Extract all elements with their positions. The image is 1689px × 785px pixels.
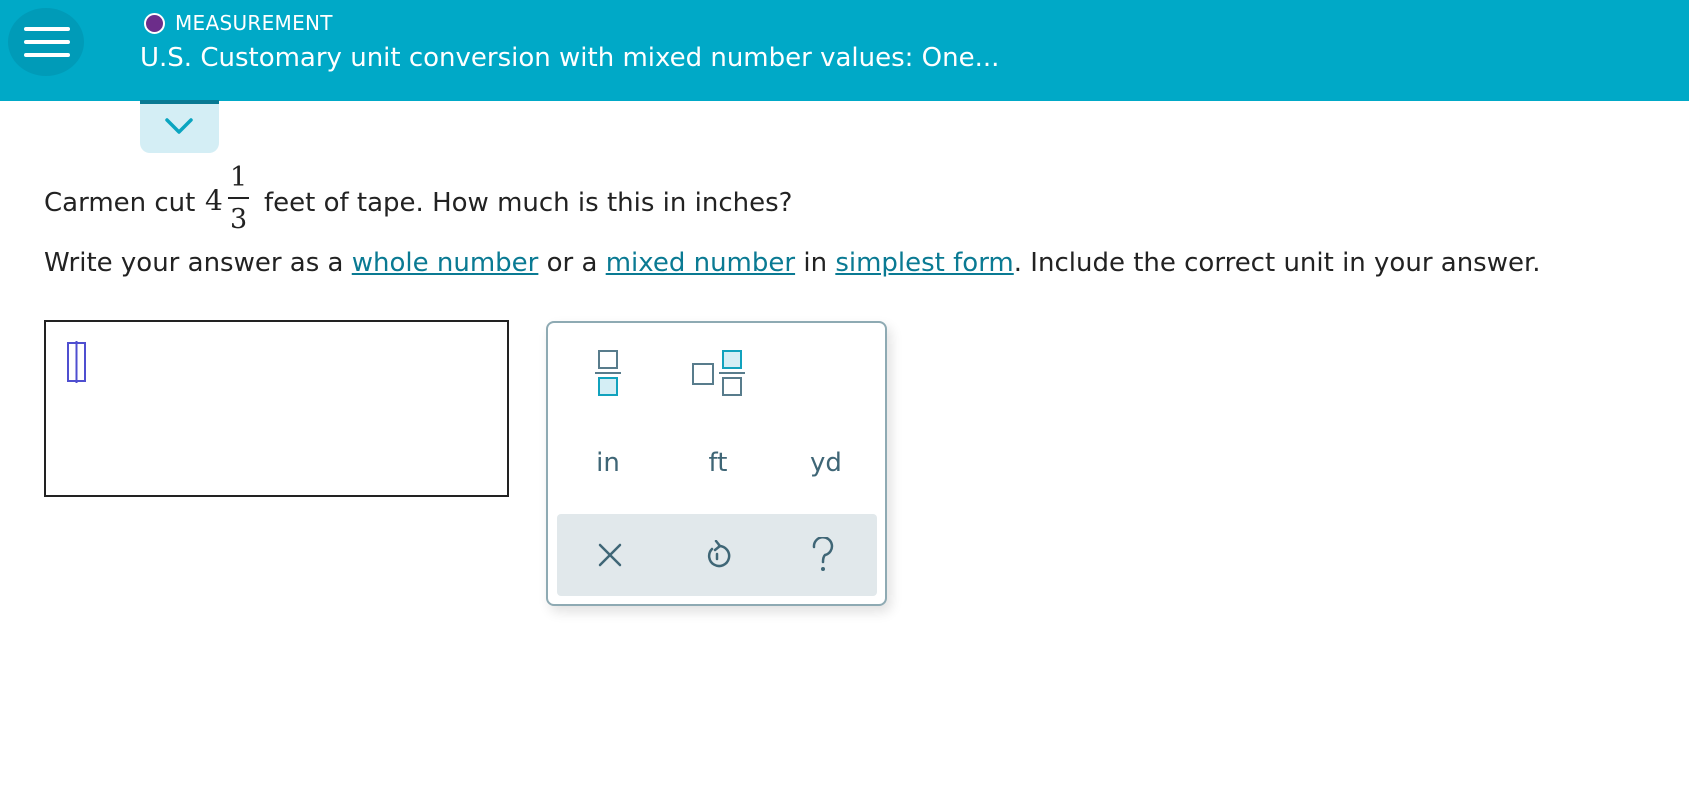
whole-number-link[interactable]: whole number	[352, 248, 539, 278]
help-button[interactable]	[783, 525, 863, 585]
keypad-panel: in ft yd	[546, 321, 887, 606]
fraction-denominator: 3	[230, 204, 248, 235]
question-text-start: Carmen cut	[44, 188, 196, 218]
topic-label: MEASUREMENT	[175, 11, 333, 35]
unit-button-ft[interactable]: ft	[678, 433, 758, 493]
mixed-number-template-icon	[692, 350, 745, 396]
help-icon	[812, 537, 834, 571]
question-text-end: feet of tape. How much is this in inches…	[264, 188, 793, 218]
menu-icon-line	[24, 53, 70, 57]
unit-button-in[interactable]: in	[568, 433, 648, 493]
instructions-text: or a	[546, 248, 598, 278]
undo-button[interactable]	[677, 525, 757, 585]
instructions-text: in	[803, 248, 828, 278]
fraction-bar	[228, 197, 249, 199]
input-cursor-icon	[67, 341, 86, 383]
chevron-down-icon	[165, 118, 193, 134]
mixed-number-template-button[interactable]	[678, 343, 758, 403]
fraction-template-button[interactable]	[568, 343, 648, 403]
simplest-form-link[interactable]: simplest form	[835, 248, 1013, 278]
lesson-title: U.S. Customary unit conversion with mixe…	[140, 43, 1000, 73]
undo-icon	[707, 540, 731, 568]
fraction-template-icon	[595, 350, 621, 396]
topic-label-row: MEASUREMENT	[144, 11, 333, 35]
clear-button[interactable]	[570, 525, 650, 585]
instructions-text: . Include the correct unit in your answe…	[1013, 248, 1541, 278]
instructions-text: Write your answer as a	[44, 248, 344, 278]
menu-button[interactable]	[8, 8, 84, 76]
answer-input[interactable]	[44, 320, 509, 497]
unit-button-yd[interactable]: yd	[786, 433, 866, 493]
mixed-number-whole: 4	[205, 184, 223, 217]
mixed-number-link[interactable]: mixed number	[606, 248, 795, 278]
menu-icon	[24, 27, 70, 31]
expand-title-button[interactable]	[140, 100, 219, 153]
fraction-numerator: 1	[230, 162, 248, 193]
instructions: Write your answer as a whole number or a…	[44, 248, 1541, 278]
clear-icon	[598, 543, 622, 567]
keypad-actions	[557, 514, 877, 596]
topic-dot-icon	[144, 12, 165, 34]
header-bar: MEASUREMENT U.S. Customary unit conversi…	[0, 0, 1689, 101]
menu-icon-line	[24, 40, 70, 44]
